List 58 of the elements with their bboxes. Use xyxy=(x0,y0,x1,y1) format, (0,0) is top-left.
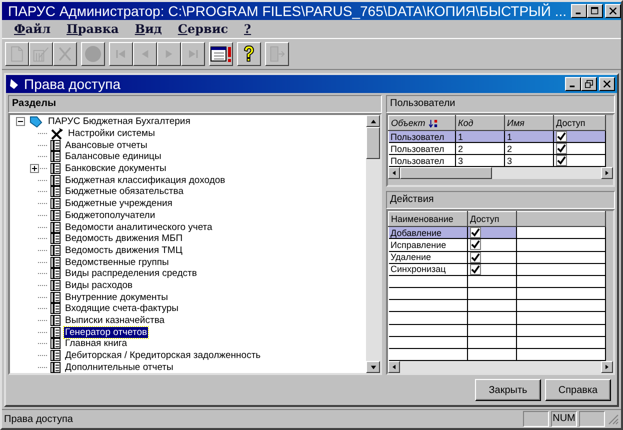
tree-item[interactable]: Ведомственные группы xyxy=(64,256,170,268)
window-title: Права доступа xyxy=(24,76,122,92)
tree-item[interactable]: Виды расходов xyxy=(64,280,134,291)
table-row[interactable]: Пользовател 2 2 xyxy=(388,142,606,155)
table-row[interactable]: Синхронизац xyxy=(388,263,606,276)
column-header[interactable]: Объект xyxy=(388,116,456,130)
tree-item[interactable]: Ведомости аналитического учета xyxy=(64,222,214,233)
status-indicator: NUM xyxy=(551,411,577,427)
table-cell: 2 xyxy=(504,142,554,155)
tree-item[interactable]: Ведомость движения МБП xyxy=(64,233,184,244)
dialog-button[interactable]: Справка xyxy=(545,379,611,401)
tree-item[interactable]: Бюджетные обязательства xyxy=(64,186,184,198)
menu-item[interactable]: Вид xyxy=(126,22,170,36)
menu-item[interactable]: ? xyxy=(236,22,260,36)
tree-item[interactable]: Балансовые единицы xyxy=(64,151,162,162)
panel-header: Действия xyxy=(386,191,615,209)
menu-item[interactable]: Файл xyxy=(6,22,59,36)
tree-item[interactable]: ПАРУС Бюджетная Бухгалтерия xyxy=(47,116,192,128)
status-text: Права доступа xyxy=(4,414,74,424)
table-cell: Удаление xyxy=(388,251,468,264)
tree-item[interactable]: Главная книга xyxy=(64,338,128,350)
tree-item[interactable]: Генератор отчетов xyxy=(64,326,148,338)
panel-header: Пользователи xyxy=(386,95,615,113)
table-cell: Синхронизац xyxy=(388,263,468,276)
tree-item[interactable]: Виды распределения средств xyxy=(64,268,198,280)
column-header[interactable]: Наименование xyxy=(388,212,468,226)
column-header[interactable]: Код xyxy=(456,116,504,130)
tree-item[interactable]: Настройки системы xyxy=(67,128,156,140)
tree-item[interactable]: Внутренние документы xyxy=(64,292,169,303)
table-row[interactable]: Пользовател 1 1 xyxy=(388,130,606,143)
tree-item[interactable]: Дополнительные отчеты xyxy=(64,362,174,373)
table-row[interactable]: Исправление xyxy=(388,238,606,251)
window-title: ПАРУС Администратор: C:\PROGRAM FILES\PARUS_765\DATA\КОПИЯ\БЫСТРЫЙ ... xyxy=(8,3,567,19)
table-row[interactable]: Удаление xyxy=(388,251,606,264)
tree-item[interactable]: Бюджетополучатели xyxy=(64,210,156,221)
menu-item[interactable]: Правка xyxy=(58,22,127,36)
tree-item[interactable]: Ведомость движения ТМЦ xyxy=(64,244,184,256)
table-cell: Пользовател xyxy=(388,130,456,143)
tree-item[interactable]: Бюджетные учреждения xyxy=(64,198,174,210)
table-cell: Пользовател xyxy=(388,142,456,155)
panel-header: Разделы xyxy=(8,95,382,113)
column-header[interactable]: Доступ xyxy=(554,116,606,130)
tree-item[interactable]: Входящие счета-фактуры xyxy=(64,303,180,314)
table-cell: 2 xyxy=(456,142,504,155)
table-cell: 1 xyxy=(504,130,554,143)
tree-item[interactable]: Бюджетная классификация доходов xyxy=(64,174,226,186)
table-cell: Добавление xyxy=(388,226,468,239)
column-header[interactable]: Имя xyxy=(504,116,554,130)
tree-item[interactable]: Банковские документы xyxy=(64,163,168,174)
table-row[interactable]: Добавление xyxy=(388,226,606,239)
column-header[interactable]: Доступ xyxy=(468,212,516,226)
menu-item[interactable]: Сервис xyxy=(170,22,236,36)
tree-item[interactable]: Выписки казначейства xyxy=(64,315,166,326)
table-cell: Исправление xyxy=(388,238,468,251)
tree-item[interactable]: Дебиторская / Кредиторская задолженность xyxy=(64,350,262,362)
table-cell: 1 xyxy=(456,130,504,143)
dialog-button[interactable]: Закрыть xyxy=(475,379,541,401)
tree-item[interactable]: Авансовые отчеты xyxy=(64,140,148,151)
